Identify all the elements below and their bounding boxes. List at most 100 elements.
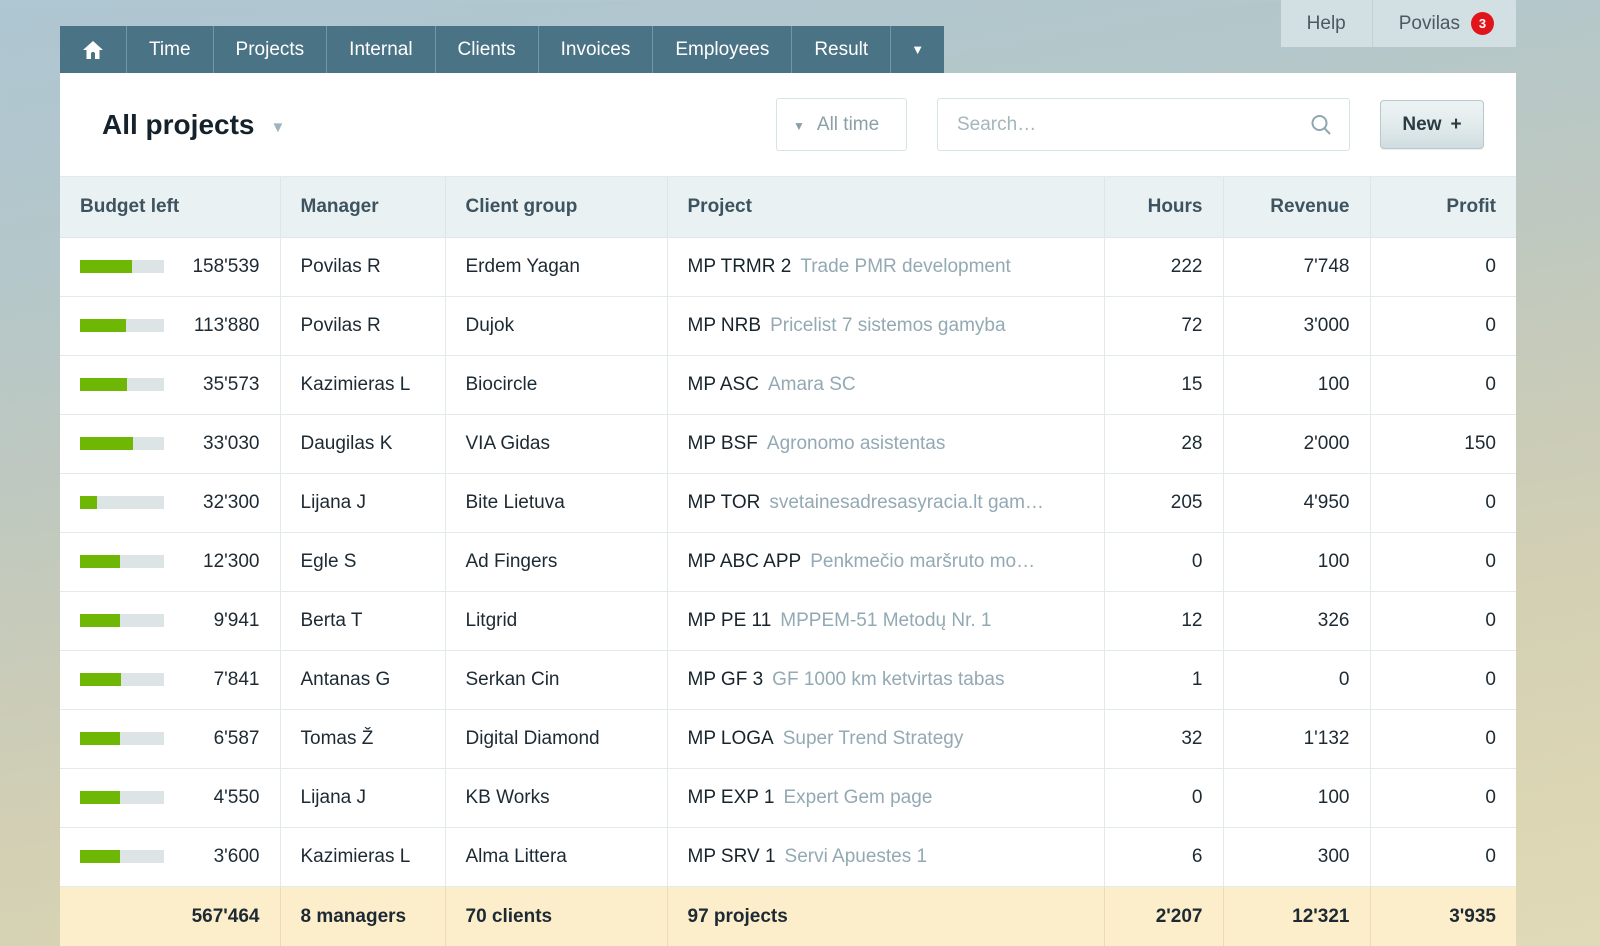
cell-hours: 32: [1104, 709, 1223, 768]
new-button-label: New: [1402, 114, 1441, 136]
budget-progress-fill: [80, 319, 126, 332]
nav-item-clients[interactable]: Clients: [436, 26, 539, 73]
summary-hours: 2'207: [1104, 886, 1223, 946]
nav-label: Invoices: [561, 39, 631, 61]
cell-manager: Kazimieras L: [280, 827, 445, 886]
column-header-budget-left[interactable]: Budget left: [60, 177, 280, 237]
column-header-hours[interactable]: Hours: [1104, 177, 1223, 237]
column-header-client-group[interactable]: Client group: [445, 177, 667, 237]
nav-more-button[interactable]: ▼: [891, 26, 944, 73]
table-row[interactable]: 35'573 Kazimieras LBiocircleMP ASCAmara S…: [60, 355, 1516, 414]
table-row[interactable]: 7'841Antanas GSerkan CinMP GF 3GF 1000 k…: [60, 650, 1516, 709]
table-row[interactable]: 4'550Lijana JKB WorksMP EXP 1Expert Gem …: [60, 768, 1516, 827]
cell-project: MP TRMR 2Trade PMR development: [667, 237, 1104, 296]
table-row[interactable]: 158'539Povilas RErdem YaganMP TRMR 2Trad…: [60, 237, 1516, 296]
budget-progress-fill: [80, 732, 120, 745]
cell-hours: 0: [1104, 532, 1223, 591]
main-navigation: Time Projects Internal Clients Invoices …: [60, 26, 944, 73]
cell-profit: 150: [1370, 414, 1516, 473]
time-filter-dropdown[interactable]: ▼ All time: [776, 98, 907, 151]
cell-budget-left: 158'539: [60, 237, 280, 296]
cell-revenue: 0: [1223, 650, 1370, 709]
nav-item-result[interactable]: Result: [792, 26, 891, 73]
cell-budget-left: 3'600: [60, 827, 280, 886]
search-icon[interactable]: [1309, 113, 1333, 137]
cell-manager: Lijana J: [280, 473, 445, 532]
cell-manager: Kazimieras L: [280, 355, 445, 414]
summary-managers: 8 managers: [280, 886, 445, 946]
table-row[interactable]: 9'941Berta TLitgridMP PE 11MPPEM-51 Meto…: [60, 591, 1516, 650]
table-row[interactable]: 113'880Povilas RDujokMP NRBPricelist 7 s…: [60, 296, 1516, 355]
nav-item-home[interactable]: [60, 26, 127, 73]
cell-hours: 222: [1104, 237, 1223, 296]
search-box[interactable]: [937, 98, 1350, 151]
cell-budget-left: 33'030: [60, 414, 280, 473]
budget-progress: 35'573: [80, 374, 260, 396]
nav-item-employees[interactable]: Employees: [653, 26, 792, 73]
cell-project: MP ASCAmara SC: [667, 355, 1104, 414]
project-name: Amara SC: [768, 374, 856, 395]
cell-project: MP NRBPricelist 7 sistemos gamyba: [667, 296, 1104, 355]
summary-revenue: 12'321: [1223, 886, 1370, 946]
budget-progress-fill: [80, 437, 133, 450]
budget-progress: 4'550: [80, 787, 260, 809]
project-name: MPPEM-51 Metodų Nr. 1: [780, 610, 991, 631]
budget-progress-track: [80, 673, 164, 686]
budget-progress: 12'300: [80, 551, 260, 573]
table-row[interactable]: 6'587Tomas ŽDigital DiamondMP LOGASuper …: [60, 709, 1516, 768]
cell-project: MP GF 3GF 1000 km ketvirtas tabas: [667, 650, 1104, 709]
cell-client-group: VIA Gidas: [445, 414, 667, 473]
budget-progress: 113'880: [80, 315, 260, 337]
cell-profit: 0: [1370, 296, 1516, 355]
cell-manager: Antanas G: [280, 650, 445, 709]
cell-budget-left: 9'941: [60, 591, 280, 650]
cell-revenue: 100: [1223, 532, 1370, 591]
budget-progress-fill: [80, 378, 127, 391]
budget-progress-fill: [80, 260, 132, 273]
cell-revenue: 300: [1223, 827, 1370, 886]
table-row[interactable]: 32'300Lijana JBite LietuvaMP TORsvetaine…: [60, 473, 1516, 532]
cell-profit: 0: [1370, 355, 1516, 414]
nav-item-time[interactable]: Time: [127, 26, 214, 73]
table-row[interactable]: 3'600Kazimieras LAlma LitteraMP SRV 1Ser…: [60, 827, 1516, 886]
summary-profit: 3'935: [1370, 886, 1516, 946]
cell-project: MP ABC APPPenkmečio maršruto mo…: [667, 532, 1104, 591]
table-row[interactable]: 33'030Daugilas KVIA GidasMP BSFAgronomo …: [60, 414, 1516, 473]
user-menu-button[interactable]: Povilas 3: [1373, 0, 1516, 47]
column-header-revenue[interactable]: Revenue: [1223, 177, 1370, 237]
cell-hours: 6: [1104, 827, 1223, 886]
project-code: MP PE 11: [688, 610, 772, 631]
cell-client-group: Biocircle: [445, 355, 667, 414]
page-title-dropdown[interactable]: All projects ▼: [102, 109, 285, 141]
nav-label: Clients: [458, 39, 516, 61]
table-summary: 567'464 8 managers 70 clients 97 project…: [60, 886, 1516, 946]
budget-value: 158'539: [164, 256, 260, 278]
column-header-manager[interactable]: Manager: [280, 177, 445, 237]
help-button[interactable]: Help: [1281, 0, 1373, 47]
nav-label: Internal: [349, 39, 412, 61]
table-row[interactable]: 12'300Egle SAd FingersMP ABC APPPenkmeči…: [60, 532, 1516, 591]
cell-revenue: 100: [1223, 768, 1370, 827]
time-filter-label: All time: [817, 114, 879, 136]
project-name: Servi Apuestes 1: [785, 846, 928, 867]
new-button[interactable]: New +: [1380, 100, 1484, 149]
cell-hours: 72: [1104, 296, 1223, 355]
cell-profit: 0: [1370, 709, 1516, 768]
budget-value: 7'841: [164, 669, 260, 691]
column-header-project[interactable]: Project: [667, 177, 1104, 237]
cell-hours: 12: [1104, 591, 1223, 650]
cell-manager: Daugilas K: [280, 414, 445, 473]
summary-row: 567'464 8 managers 70 clients 97 project…: [60, 886, 1516, 946]
search-input[interactable]: [957, 114, 1309, 136]
budget-progress-track: [80, 791, 164, 804]
budget-progress-fill: [80, 614, 120, 627]
nav-item-projects[interactable]: Projects: [214, 26, 328, 73]
budget-progress-track: [80, 260, 164, 273]
cell-project: MP EXP 1Expert Gem page: [667, 768, 1104, 827]
column-header-profit[interactable]: Profit: [1370, 177, 1516, 237]
nav-item-internal[interactable]: Internal: [327, 26, 435, 73]
nav-item-invoices[interactable]: Invoices: [539, 26, 654, 73]
cell-revenue: 100: [1223, 355, 1370, 414]
cell-revenue: 4'950: [1223, 473, 1370, 532]
budget-value: 113'880: [164, 315, 260, 337]
